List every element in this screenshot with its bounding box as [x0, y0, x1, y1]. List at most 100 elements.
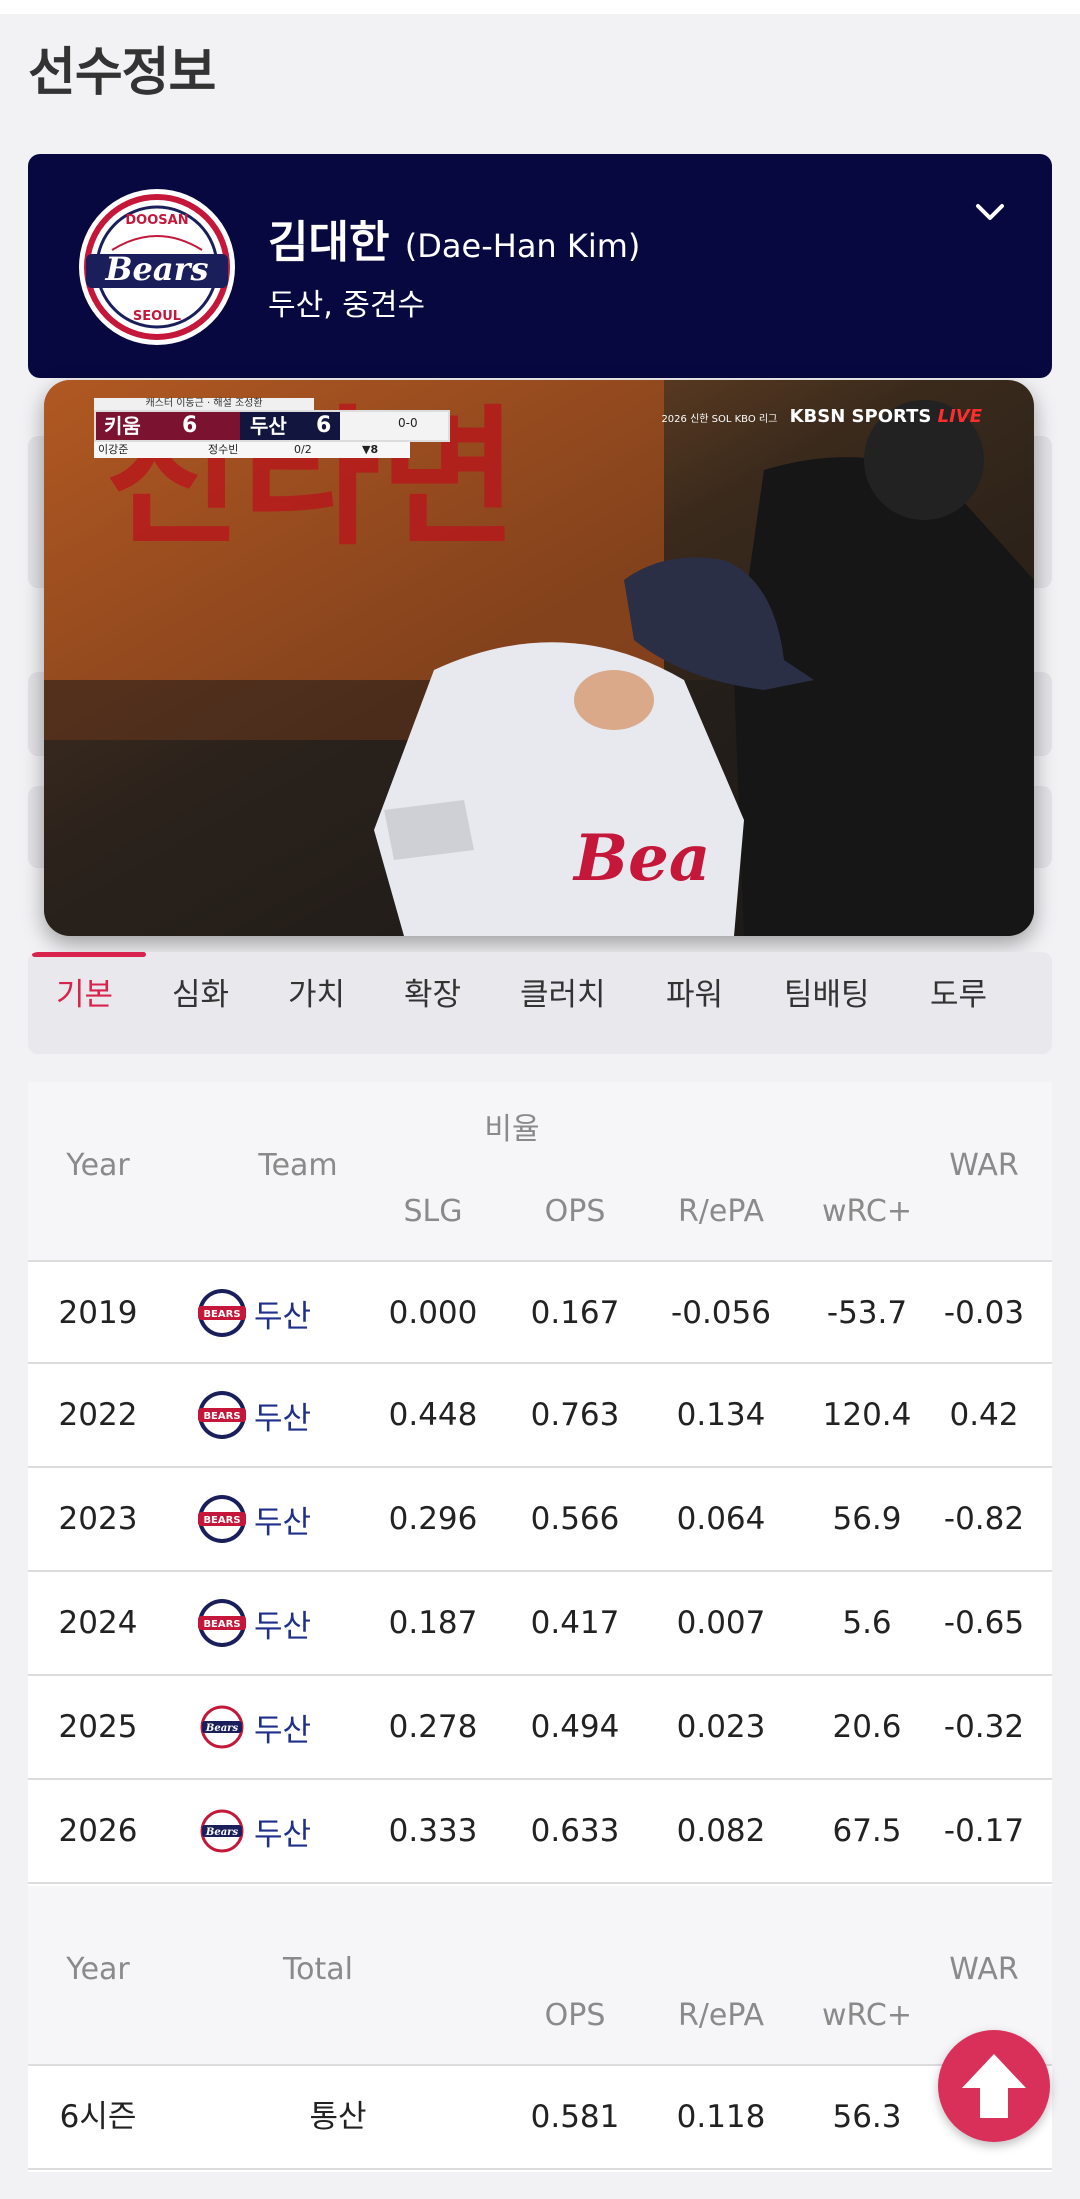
home-score: 6	[316, 413, 332, 438]
tab-power[interactable]: 파워	[666, 952, 723, 1054]
logo-top-text: DOOSAN	[125, 213, 188, 228]
tab-clutch[interactable]: 클러치	[520, 952, 606, 1054]
broadcaster-logo: 2026 신한 SOL KBO 리그 KBSN SPORTS LIVE	[661, 406, 982, 427]
cell-war: -0.65	[943, 1605, 1025, 1641]
cell-repa: 0.082	[676, 1813, 766, 1849]
cell-year: 2026	[58, 1813, 138, 1849]
arrow-up-icon	[962, 2054, 1026, 2118]
total-label: 통산	[309, 2099, 367, 2135]
player-card[interactable]: DOOSAN Bears SEOUL 김대한 (Dae-Han Kim) 두산,…	[28, 154, 1052, 378]
stats-tab-bar: 기본 심화 가치 확장 클러치 파워 팀배팅 도루	[28, 952, 1052, 1054]
cell-team[interactable]: BEARS 두산	[196, 1364, 311, 1466]
logo-main-text: Bears	[104, 250, 208, 288]
cell-war: 0.42	[949, 1397, 1019, 1433]
channel-label: KBSN SPORTS	[789, 406, 932, 427]
status-strip	[0, 0, 1080, 14]
cell-team[interactable]: BEARS 두산	[196, 1572, 311, 1674]
cell-ops: 0.167	[530, 1295, 620, 1331]
total-header-repa[interactable]: R/ePA	[636, 1998, 806, 2033]
cell-war: -0.17	[943, 1813, 1025, 1849]
cell-year: 2022	[58, 1397, 138, 1433]
batter-name: 정수빈	[208, 443, 239, 456]
tab-stolen-bases[interactable]: 도루	[930, 952, 987, 1054]
svg-text:Bea: Bea	[572, 821, 710, 896]
away-team: 키움	[96, 412, 240, 440]
total-header-wrc[interactable]: wRC+	[782, 1998, 952, 2033]
table-row: 2019 BEARS 두산 0.000 0.167 -0.056 -53.7 -0.03	[28, 1260, 1052, 1364]
scoreboard-overlay: 캐스터 이동근 · 해설 조성환 키움 6 두산 6 0-0 이강준 정수빈 0…	[94, 398, 450, 458]
batter-at-bats: 0/2	[294, 443, 312, 456]
total-header-war[interactable]: WAR	[924, 1952, 1044, 1987]
bears-new-logo-icon: Bears	[200, 1705, 244, 1749]
highlight-video-player[interactable]: 진라면 Bea 캐스터 이동근 · 해설 조성환 키움 6 두산 6 0-0 이…	[44, 380, 1034, 936]
cell-year: 2024	[58, 1605, 138, 1641]
tab-extended[interactable]: 확장	[404, 952, 461, 1054]
player-name-korean: 김대한	[268, 217, 390, 268]
cell-repa: -0.056	[671, 1295, 771, 1331]
table-row: 2025 Bears 두산 0.278 0.494 0.023 20.6 -0.32	[28, 1676, 1052, 1780]
tab-team-batting[interactable]: 팀배팅	[784, 952, 870, 1054]
team-name: 두산	[254, 1712, 312, 1749]
team-name: 두산	[254, 1504, 312, 1541]
inning: ▼8	[362, 443, 379, 456]
score-row: 키움 6 두산 6 0-0	[94, 410, 450, 442]
logo-bottom-text: SEOUL	[133, 309, 181, 324]
svg-text:BEARS: BEARS	[203, 1515, 240, 1526]
bears-old-logo-icon: BEARS	[198, 1599, 246, 1647]
team-name: 두산	[254, 1816, 312, 1853]
tab-value[interactable]: 가치	[288, 952, 345, 1054]
header-war[interactable]: WAR	[924, 1148, 1044, 1183]
cell-war: -0.82	[943, 1501, 1025, 1537]
bears-old-logo-icon: BEARS	[198, 1289, 246, 1337]
header-year[interactable]: Year	[28, 1148, 168, 1183]
broadcast-caption: 캐스터 이동근 · 해설 조성환	[94, 398, 314, 410]
header-repa[interactable]: R/ePA	[636, 1194, 806, 1229]
cell-team[interactable]: BEARS 두산	[196, 1262, 311, 1364]
total-ops: 0.581	[530, 2099, 620, 2135]
cell-ops: 0.494	[530, 1709, 620, 1745]
matchup-row: 이강준 정수빈 0/2 ▼8	[94, 442, 410, 458]
total-repa: 0.118	[676, 2099, 766, 2135]
team-name: 두산	[254, 1608, 312, 1645]
group-header-ratio: 비율	[484, 1112, 540, 1147]
cell-repa: 0.134	[676, 1397, 766, 1433]
cell-repa: 0.023	[676, 1709, 766, 1745]
video-frame: 진라면 Bea	[44, 380, 1034, 936]
bears-team-logo: DOOSAN Bears SEOUL	[79, 189, 235, 345]
cell-ops: 0.417	[530, 1605, 620, 1641]
player-name: 김대한 (Dae-Han Kim)	[268, 206, 640, 270]
cell-team[interactable]: BEARS 두산	[196, 1468, 311, 1570]
tab-basic[interactable]: 기본	[56, 952, 113, 1054]
cell-year: 2025	[58, 1709, 138, 1745]
away-score: 6	[182, 413, 198, 438]
live-label: LIVE	[937, 406, 982, 427]
cell-war: -0.03	[943, 1295, 1025, 1331]
svg-text:BEARS: BEARS	[203, 1411, 240, 1422]
cell-ops: 0.566	[530, 1501, 620, 1537]
table-header: 비율 Year Team SLG OPS R/ePA wRC+ WAR	[28, 1082, 1052, 1260]
header-team[interactable]: Team	[198, 1148, 398, 1183]
cell-team[interactable]: Bears 두산	[196, 1676, 311, 1778]
total-header-ops[interactable]: OPS	[490, 1998, 660, 2033]
team-name: 두산	[254, 1298, 312, 1335]
svg-text:Bears: Bears	[205, 1827, 239, 1838]
table-row: 2026 Bears 두산 0.333 0.633 0.082 67.5 -0.17	[28, 1780, 1052, 1884]
cell-year: 2019	[58, 1295, 138, 1331]
cell-repa: 0.064	[676, 1501, 766, 1537]
total-header-year[interactable]: Year	[28, 1952, 168, 1987]
total-header: Year Total OPS R/ePA wRC+ WAR	[28, 1886, 1052, 2066]
pitcher-name: 이강준	[98, 443, 129, 456]
total-row: 6시즌 통산 0.581 0.118 56.3 -	[28, 2066, 1052, 2170]
svg-text:BEARS: BEARS	[203, 1619, 240, 1630]
svg-text:BEARS: BEARS	[203, 1309, 240, 1320]
scroll-to-top-button[interactable]	[938, 2030, 1050, 2142]
cell-team[interactable]: Bears 두산	[196, 1780, 311, 1882]
chevron-down-icon[interactable]	[968, 190, 1012, 234]
header-wrc[interactable]: wRC+	[782, 1194, 952, 1229]
header-ops[interactable]: OPS	[490, 1194, 660, 1229]
svg-text:Bears: Bears	[205, 1723, 239, 1734]
table-row: 2022 BEARS 두산 0.448 0.763 0.134 120.4 0.42	[28, 1364, 1052, 1468]
tab-advanced[interactable]: 심화	[172, 952, 229, 1054]
total-header-total[interactable]: Total	[218, 1952, 418, 1987]
total-seasons: 6시즌	[59, 2099, 137, 2135]
